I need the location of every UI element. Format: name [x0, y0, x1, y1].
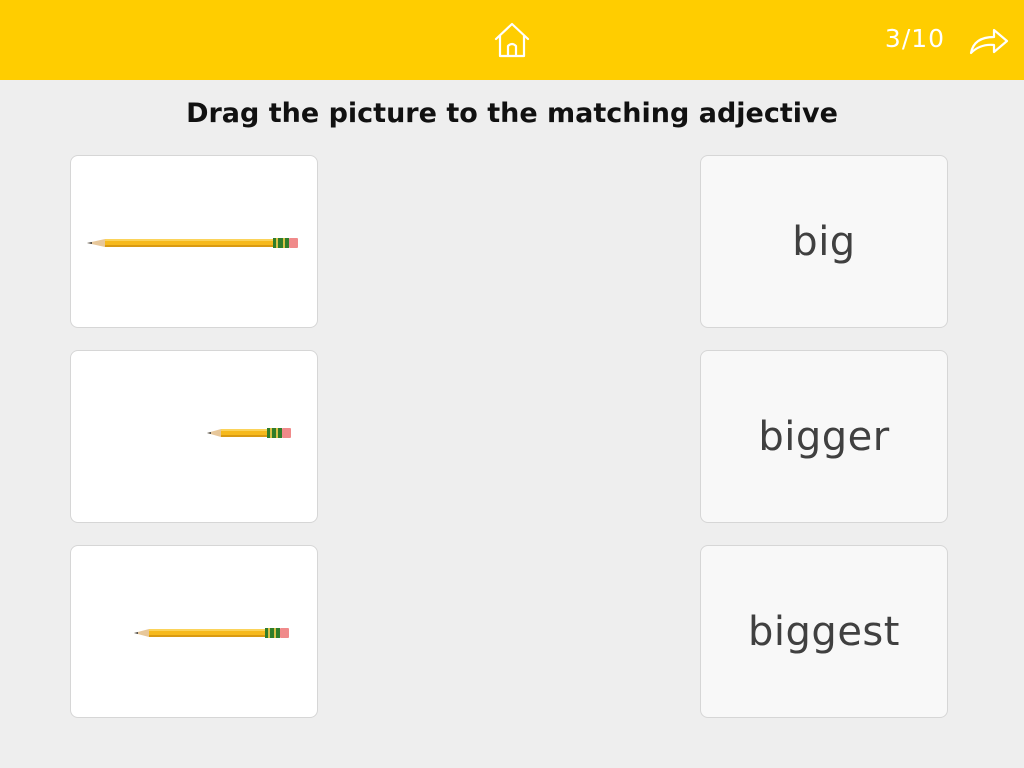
- adjective-label: big: [792, 218, 856, 265]
- forward-arrow-icon: [969, 28, 1009, 55]
- progress-counter: 3/10: [884, 24, 946, 53]
- pencil-icon: [134, 628, 289, 638]
- pencil-icon: [207, 428, 291, 438]
- adjective-label: biggest: [748, 608, 900, 655]
- picture-card-long-pencil[interactable]: [70, 155, 318, 328]
- picture-card-medium-pencil[interactable]: [70, 545, 318, 718]
- adjective-target-biggest[interactable]: biggest: [700, 545, 948, 718]
- picture-card-short-pencil[interactable]: [70, 350, 318, 523]
- adjective-target-big[interactable]: big: [700, 155, 948, 328]
- adjective-label: bigger: [758, 413, 890, 460]
- top-bar: 3/10: [0, 0, 1024, 80]
- pencil-icon: [87, 238, 298, 248]
- adjective-target-bigger[interactable]: bigger: [700, 350, 948, 523]
- next-button[interactable]: [966, 22, 1012, 58]
- instruction-text: Drag the picture to the matching adjecti…: [186, 98, 838, 129]
- home-button[interactable]: [490, 19, 534, 61]
- home-icon: [494, 22, 530, 58]
